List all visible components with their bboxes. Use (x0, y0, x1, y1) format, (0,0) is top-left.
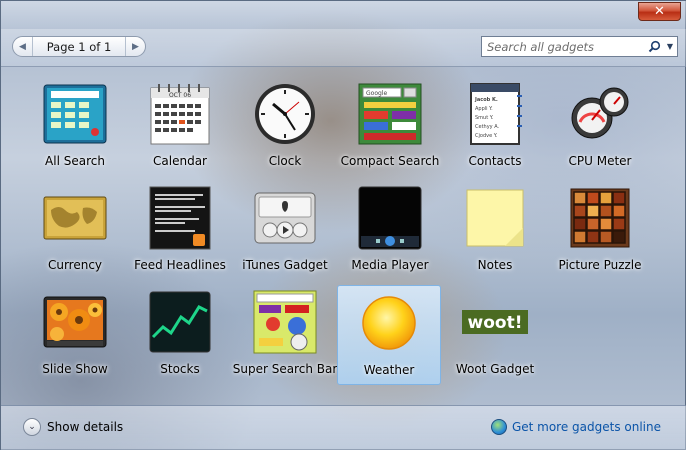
gadget-tile-weather[interactable]: Weather (337, 285, 441, 385)
woot-icon: woot! (462, 289, 528, 355)
globe-icon (490, 419, 507, 435)
calendar-icon: OCT 06 (147, 81, 213, 147)
gadget-tile-media-player[interactable]: Media Player (338, 181, 442, 281)
picture-puzzle-icon (567, 185, 633, 251)
media-player-icon (357, 185, 423, 251)
all-search-icon (42, 81, 108, 147)
gadget-label: Notes (477, 258, 513, 272)
gadget-tile-all-search[interactable]: All Search (23, 77, 127, 177)
woot-logo-text: woot! (468, 313, 523, 333)
gadget-label: Clock (268, 154, 302, 168)
gadget-tile-itunes-gadget[interactable]: iTunes Gadget (233, 181, 337, 281)
footer-bar: ⌄ Show details Get more gadgets online (1, 405, 686, 450)
gadget-label: Currency (47, 258, 103, 272)
gadget-label: iTunes Gadget (242, 258, 328, 272)
gadget-label: Stocks (160, 362, 200, 376)
currency-icon (42, 185, 108, 251)
gadget-label: Calendar (153, 154, 207, 168)
gadget-label: Feed Headlines (134, 258, 226, 272)
search-input[interactable] (482, 37, 645, 56)
gadget-tile-super-search-bar[interactable]: Super Search Bar (233, 285, 337, 385)
notes-icon (462, 185, 528, 251)
gadget-gallery-window: ✕ ◀ Page 1 of 1 ▶ ▼ (0, 0, 686, 450)
get-more-gadgets-link[interactable]: Get more gadgets online (490, 417, 661, 437)
gadget-tile-picture-puzzle[interactable]: Picture Puzzle (548, 181, 652, 281)
contacts-entry: Appli Y. (475, 106, 493, 112)
contacts-icon: Jacob K. Appli Y. Smut Y. Cethyy A. Cjod… (462, 81, 528, 147)
close-icon: ✕ (654, 4, 665, 19)
get-more-gadgets-label: Get more gadgets online (511, 420, 661, 434)
slide-show-icon (42, 289, 108, 355)
gadget-tile-contacts[interactable]: Jacob K. Appli Y. Smut Y. Cethyy A. Cjod… (443, 77, 547, 177)
gadget-label: Woot Gadget (455, 362, 535, 376)
gadget-tile-woot-gadget[interactable]: woot! Woot Gadget (443, 285, 547, 385)
itunes-icon (252, 185, 318, 251)
gadget-tile-feed-headlines[interactable]: Feed Headlines (128, 181, 232, 281)
gadget-tile-stocks[interactable]: Stocks (128, 285, 232, 385)
gadget-label: All Search (45, 154, 105, 168)
gadget-label: CPU Meter (568, 154, 632, 168)
search-dropdown-icon[interactable]: ▼ (663, 37, 677, 56)
contacts-entry: Cethyy A. (475, 124, 500, 130)
feed-headlines-icon (147, 185, 213, 251)
page-label: Page 1 of 1 (46, 39, 112, 54)
gadget-tile-clock[interactable]: Clock (233, 77, 337, 177)
close-button[interactable]: ✕ (638, 2, 681, 21)
gadget-label: Weather (363, 363, 415, 377)
calendar-month-text: OCT 06 (169, 92, 191, 99)
gadget-tile-cpu-meter[interactable]: CPU Meter (548, 77, 652, 177)
compact-search-engine-text: Google (366, 90, 387, 97)
page-navigator: ◀ Page 1 of 1 ▶ (12, 36, 146, 57)
chevron-right-icon: ▶ (132, 41, 139, 52)
gadget-tile-calendar[interactable]: OCT 06 Calendar (128, 77, 232, 177)
gadget-label: Picture Puzzle (558, 258, 642, 272)
gadget-label: Media Player (351, 258, 429, 272)
gadget-label: Compact Search (340, 154, 440, 168)
gadget-tile-slide-show[interactable]: Slide Show (23, 285, 127, 385)
previous-page-button[interactable]: ◀ (13, 37, 33, 56)
clock-icon (252, 81, 318, 147)
super-search-bar-icon (252, 289, 318, 355)
compact-search-icon: Google (357, 81, 423, 147)
gadget-label: Slide Show (42, 362, 108, 376)
gadget-tile-currency[interactable]: Currency (23, 181, 127, 281)
cpu-meter-icon (567, 81, 633, 147)
gadget-tile-compact-search[interactable]: Google Compact Search (338, 77, 442, 177)
chevron-left-icon: ◀ (19, 41, 26, 52)
gadget-tile-notes[interactable]: Notes (443, 181, 547, 281)
gadget-label: Super Search Bar (232, 362, 338, 376)
contacts-entry: Cjodve Y. (475, 133, 498, 139)
search-box: ▼ (481, 36, 678, 57)
chevron-down-icon: ⌄ (23, 418, 41, 436)
gadget-label: Contacts (468, 154, 522, 168)
contacts-entry: Smut Y. (475, 115, 494, 121)
contacts-entry: Jacob K. (474, 97, 498, 103)
weather-icon (356, 290, 422, 356)
show-details-button[interactable]: ⌄ Show details (23, 417, 123, 437)
search-icon[interactable] (645, 37, 663, 56)
toolbar: ◀ Page 1 of 1 ▶ ▼ (1, 29, 686, 67)
title-bar: ✕ (1, 1, 686, 29)
show-details-label: Show details (47, 420, 124, 434)
next-page-button[interactable]: ▶ (125, 37, 145, 56)
gadget-grid: All Search OCT 06 Calendar Clock Google … (23, 77, 653, 397)
stocks-icon (147, 289, 213, 355)
